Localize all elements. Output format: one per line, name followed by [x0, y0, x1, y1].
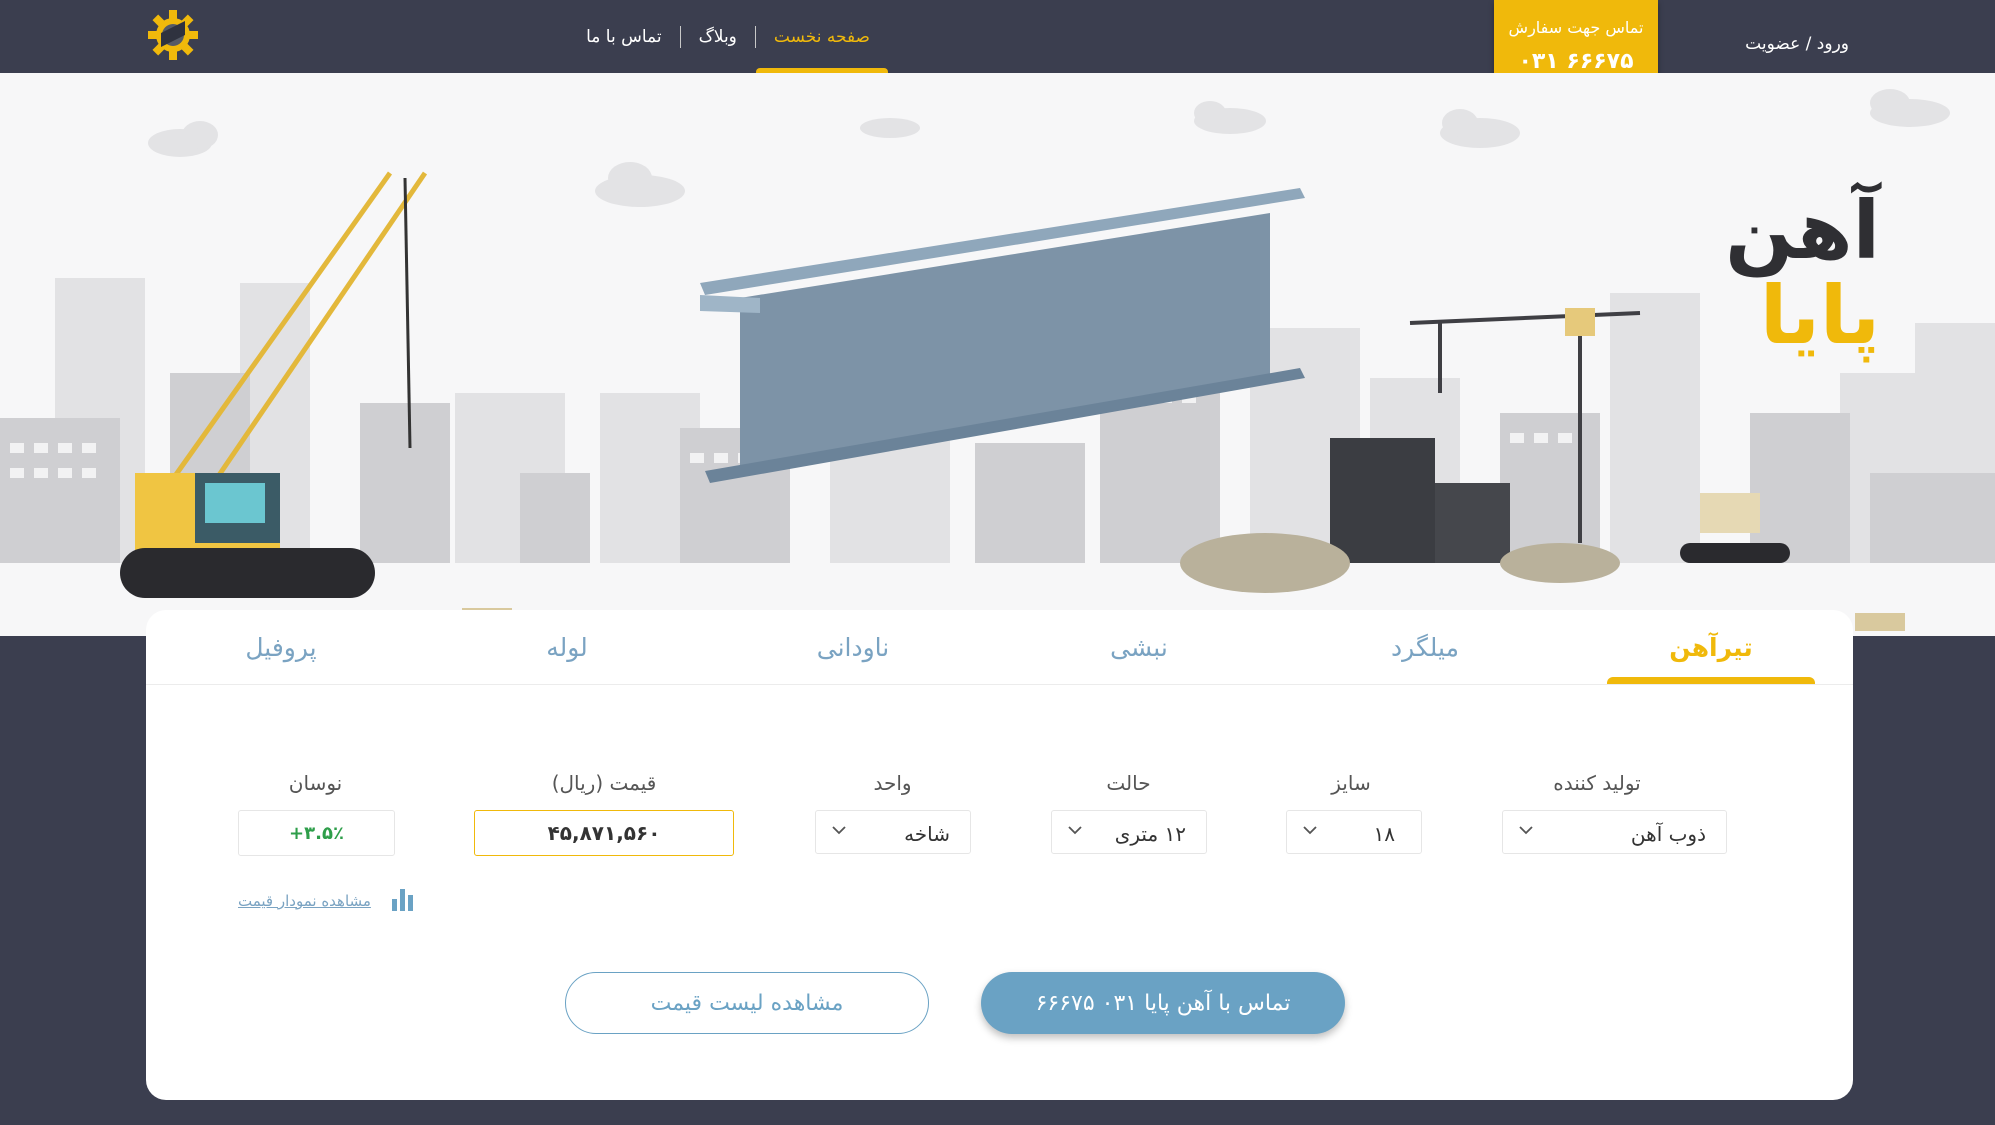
producer-label: تولید کننده	[1553, 771, 1641, 795]
tab-angle[interactable]: نبشی	[1035, 610, 1243, 684]
nav-contact[interactable]: تماس با ما	[568, 0, 680, 73]
nav-home[interactable]: صفحه نخست	[755, 0, 889, 73]
hero-illustration: آهن پایا	[0, 89, 1995, 636]
product-tabs: تیرآهن میلگرد نبشی ناودانی لوله پروفیل	[146, 610, 1853, 685]
tab-channel[interactable]: ناودانی	[749, 610, 957, 684]
contact-button[interactable]: تماس با آهن پایا ۰۳۱ ۶۶۶۷۵	[981, 972, 1345, 1034]
brand-logo-line2: پایا	[1760, 269, 1880, 363]
hero-banner: آهن پایا	[0, 73, 1995, 636]
top-bar: صفحه نخست وبلاگ تماس با ما تماس جهت سفار…	[0, 0, 1995, 94]
login-register-link[interactable]: ورود / عضویت	[1745, 34, 1849, 54]
size-label: سایز	[1331, 771, 1371, 795]
state-value: ۱۲ متری	[1114, 822, 1186, 846]
tab-beam[interactable]: تیرآهن	[1607, 610, 1815, 684]
unit-value: شاخه	[904, 822, 950, 846]
unit-select[interactable]: شاخه	[815, 810, 971, 854]
price-value: ۴۵,۸۷۱,۵۶۰	[474, 810, 734, 856]
producer-value: ذوب آهن	[1630, 822, 1706, 846]
tab-profile[interactable]: پروفیل	[177, 610, 385, 684]
change-label: نوسان	[288, 771, 343, 795]
tab-pipe[interactable]: لوله	[463, 610, 671, 684]
price-card: تیرآهن میلگرد نبشی ناودانی لوله پروفیل ت…	[146, 610, 1853, 1100]
chevron-down-icon	[832, 826, 846, 835]
state-select[interactable]: ۱۲ متری	[1051, 810, 1207, 854]
chevron-down-icon	[1303, 826, 1317, 835]
tab-rebar[interactable]: میلگرد	[1321, 610, 1529, 684]
state-label: حالت	[1106, 771, 1151, 795]
nav-blog[interactable]: وبلاگ	[681, 0, 755, 73]
unit-label: واحد	[873, 771, 912, 795]
size-select[interactable]: ۱۸	[1286, 810, 1422, 854]
main-nav: صفحه نخست وبلاگ تماس با ما	[568, 0, 889, 73]
chevron-down-icon	[1068, 826, 1082, 835]
size-value: ۱۸	[1373, 822, 1395, 846]
gear-logo-icon[interactable]	[146, 8, 200, 62]
order-contact-label: تماس جهت سفارش	[1508, 18, 1644, 37]
producer-select[interactable]: ذوب آهن	[1502, 810, 1727, 854]
brand-logo-line1: آهن	[1725, 181, 1881, 278]
order-contact-phone[interactable]: ۰۳۱ ۶۶۶۷۵	[1494, 49, 1658, 74]
chevron-down-icon	[1519, 826, 1533, 835]
view-price-list-button[interactable]: مشاهده لیست قیمت	[565, 972, 929, 1034]
view-price-chart-link[interactable]: مشاهده نمودار قیمت	[238, 892, 371, 910]
change-value: +۳.۵٪	[238, 810, 395, 856]
bar-chart-icon[interactable]	[389, 885, 417, 913]
price-label: قیمت (ریال)	[551, 771, 657, 795]
